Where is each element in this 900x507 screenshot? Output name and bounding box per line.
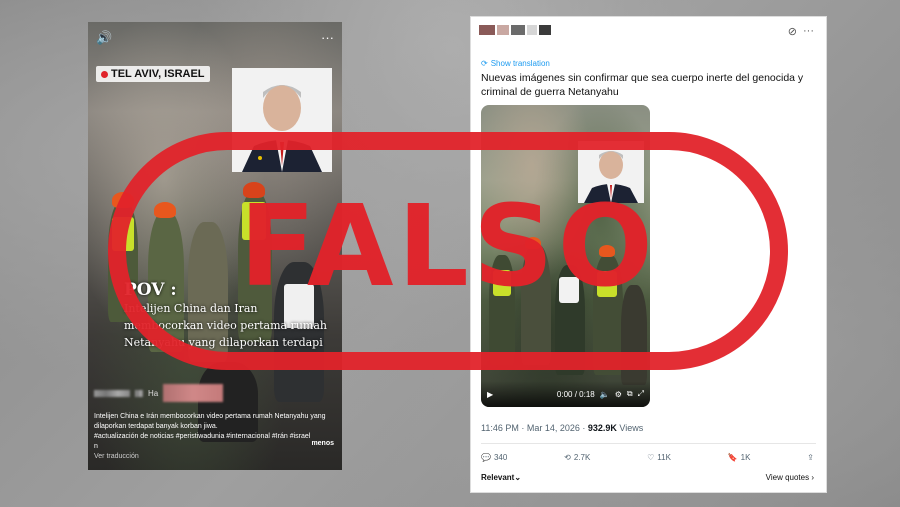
blurred-badge [135, 389, 143, 397]
post-caption: Intelijen China e Irán membocorkan video… [94, 412, 336, 452]
caption-line: #actualización de noticias #peristiwadun… [94, 433, 311, 440]
translate-link[interactable]: Ver traducción [94, 453, 139, 460]
reply-icon: 💬 [481, 453, 491, 462]
reply-count: 340 [493, 453, 508, 462]
chevron-down-icon: ⌄ [514, 473, 522, 482]
blurred-block [497, 25, 509, 35]
show-translation-link[interactable]: ⟳ Show translation [481, 59, 550, 68]
video-controls: ▶ 0:00 / 0:18 🔈 ⚙ ⧉ ⤢ [481, 381, 650, 407]
repost-icon: ⟲ [564, 453, 571, 462]
tweet-text: Nuevas imágenes sin confirmar que sea cu… [481, 72, 804, 98]
blurred-author [479, 25, 551, 35]
divider [481, 443, 816, 444]
location-pin-icon [101, 70, 108, 78]
view-quotes-link[interactable]: View quotes › [766, 473, 814, 482]
grok-icon[interactable]: ⊘ [788, 25, 797, 38]
video-time: 0:00 / 0:18 [556, 389, 595, 399]
tweet-timestamp[interactable]: 11:46 PM · Mar 14, 2026 · [481, 423, 588, 433]
caption-line: dilaporkan terdapat banyak korban jiwa. [94, 423, 218, 430]
blurred-username [94, 389, 130, 397]
translate-icon: ⟳ [481, 59, 488, 68]
more-dots-icon[interactable]: ··· [321, 30, 334, 46]
blurred-avatar [163, 384, 224, 402]
caption-line: Intelijen China e Irán membocorkan video… [94, 413, 326, 420]
user-suffix: Ha [148, 388, 159, 398]
location-label: TEL AVIV, ISRAEL [111, 68, 205, 80]
repost-button[interactable]: ⟲ 2.7K [564, 453, 590, 462]
settings-icon[interactable]: ⚙ [615, 390, 622, 399]
blurred-block [539, 25, 551, 35]
stamp-word: FALSO [239, 182, 657, 312]
share-button[interactable]: ⇪ [807, 453, 814, 462]
relevant-label: Relevant [481, 473, 515, 482]
caption-line: n [94, 443, 98, 450]
less-link[interactable]: menos [311, 440, 334, 447]
heart-icon: ♡ [647, 453, 655, 462]
speaker-icon[interactable]: 🔊 [96, 30, 112, 46]
pip-icon[interactable]: ⧉ [627, 389, 633, 399]
like-button[interactable]: ♡ 11K [647, 453, 671, 462]
views-label: Views [616, 423, 644, 433]
blurred-block [511, 25, 525, 35]
reply-button[interactable]: 💬 340 [481, 453, 507, 462]
views-count: 932.9K [587, 423, 617, 433]
share-icon: ⇪ [807, 453, 814, 462]
chevron-right-icon: › [811, 473, 814, 482]
fullscreen-icon[interactable]: ⤢ [638, 389, 644, 399]
bookmark-count: 1K [740, 453, 751, 462]
repost-count: 2.7K [573, 453, 591, 462]
play-icon[interactable]: ▶ [487, 390, 493, 399]
bookmark-button[interactable]: 🔖 1K [728, 453, 751, 462]
tweet-meta: 11:46 PM · Mar 14, 2026 · 932.9K Views [481, 423, 643, 433]
user-row: Ha [94, 384, 224, 402]
bookmark-icon: 🔖 [727, 453, 738, 462]
show-translation-label: Show translation [490, 59, 550, 68]
volume-icon[interactable]: 🔈 [600, 390, 610, 399]
tweet-actions: 💬 340 ⟲ 2.7K ♡ 11K 🔖 1K ⇪ [481, 453, 814, 462]
blurred-block [527, 25, 537, 35]
relevant-sort[interactable]: Relevant⌄ [481, 473, 521, 482]
more-dots-icon[interactable]: ··· [803, 25, 814, 38]
falso-stamp: FALSO [108, 132, 788, 370]
location-tag: TEL AVIV, ISRAEL [96, 66, 210, 82]
blurred-avatar [479, 25, 495, 35]
view-quotes-label: View quotes [765, 473, 810, 482]
like-count: 11K [657, 453, 671, 462]
